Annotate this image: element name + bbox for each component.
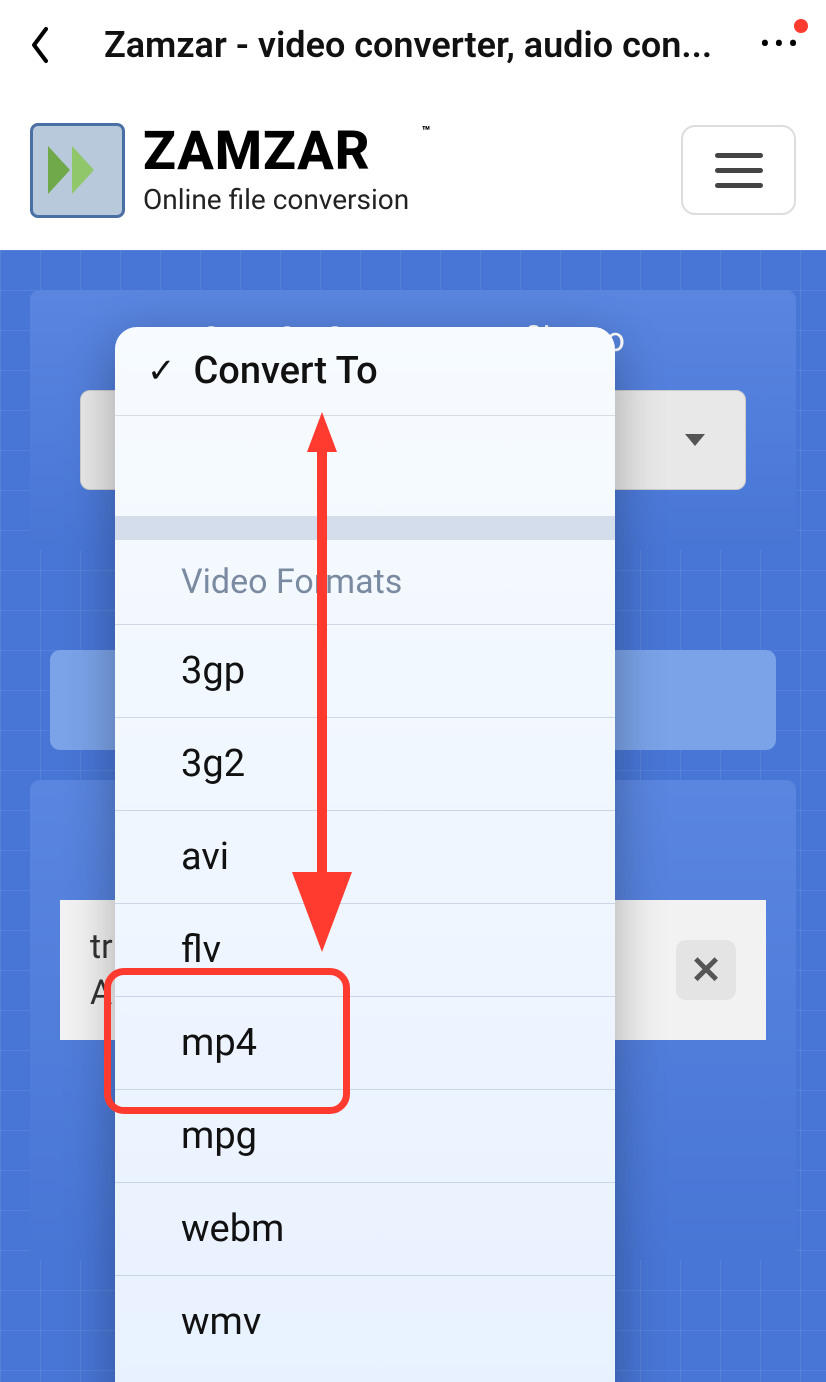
remove-file-button[interactable]: ✕ — [676, 940, 736, 1000]
more-menu-button[interactable]: ••• — [756, 25, 806, 65]
dropdown-item-mp4[interactable]: mp4 — [115, 996, 615, 1089]
trademark-icon: ™ — [421, 125, 431, 139]
format-dropdown: ✓ Convert To Video Formats 3gp 3g2 avi f… — [115, 327, 615, 1382]
logo-icon — [30, 123, 125, 218]
brand-tagline: Online file conversion — [143, 183, 409, 216]
dropdown-item-flv[interactable]: flv — [115, 903, 615, 996]
hamburger-line-icon — [715, 153, 763, 158]
dropdown-item-avi[interactable]: avi — [115, 810, 615, 903]
close-icon: ✕ — [690, 948, 722, 993]
dropdown-group-separator — [115, 516, 615, 540]
hamburger-menu-button[interactable] — [681, 125, 796, 215]
dropdown-spacer — [115, 416, 615, 516]
caret-down-icon — [685, 434, 705, 446]
dropdown-body[interactable]: Video Formats 3gp 3g2 avi flv mp4 mpg we… — [115, 416, 615, 1382]
more-dots-icon: ••• — [760, 30, 802, 60]
dropdown-item-mpg[interactable]: mpg — [115, 1089, 615, 1182]
site-header: ZAMZAR™ Online file conversion — [0, 90, 826, 250]
brand[interactable]: ZAMZAR™ Online file conversion — [30, 123, 409, 218]
brand-text: ZAMZAR™ Online file conversion — [143, 125, 409, 216]
dropdown-item-3gp[interactable]: 3gp — [115, 624, 615, 717]
dropdown-item-webm[interactable]: webm — [115, 1182, 615, 1275]
check-icon: ✓ — [147, 351, 176, 391]
file-line2: A — [90, 973, 113, 1013]
dropdown-header[interactable]: ✓ Convert To — [115, 327, 615, 416]
dropdown-header-label: Convert To — [194, 349, 378, 393]
hamburger-line-icon — [715, 168, 763, 173]
file-line1: tr — [90, 927, 113, 967]
brand-name: ZAMZAR™ — [143, 125, 409, 179]
notification-dot-icon — [794, 19, 808, 33]
back-button[interactable] — [20, 25, 60, 65]
back-chevron-icon — [27, 25, 53, 65]
dropdown-item-wmv[interactable]: wmv — [115, 1275, 615, 1368]
browser-top-bar: Zamzar - video converter, audio con... •… — [0, 0, 826, 90]
page-title: Zamzar - video converter, audio con... — [60, 24, 756, 66]
hamburger-line-icon — [715, 183, 763, 188]
dropdown-item-3g2[interactable]: 3g2 — [115, 717, 615, 810]
dropdown-group-label: Video Formats — [115, 540, 615, 624]
